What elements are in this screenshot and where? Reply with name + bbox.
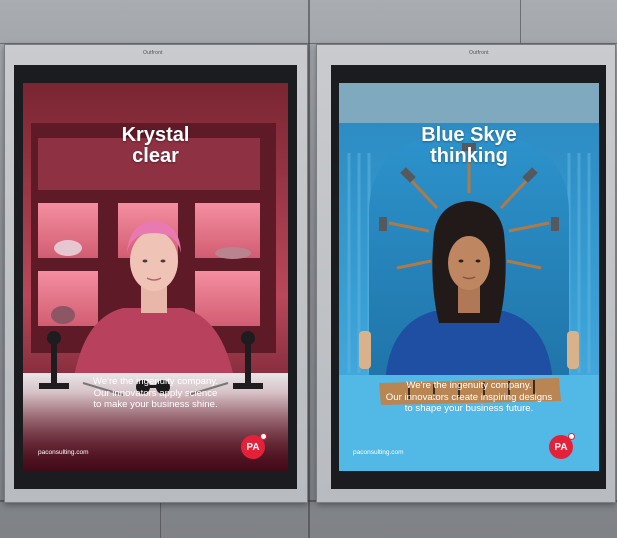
left-pa-logo-dot (260, 433, 267, 440)
left-body-copy: We're the ingenuity company. Our innovat… (23, 376, 288, 411)
left-body-line-2: Our innovators apply science (93, 387, 218, 399)
left-poster: Krystal clear We're the ingenuity compan… (23, 83, 288, 471)
left-poster-case: Outfront Krystal clear We're the ingenui… (4, 44, 308, 503)
right-body-line-1: We're the ingenuity company. (406, 380, 532, 391)
left-headline: Krystal clear (23, 125, 288, 167)
right-poster: Blue Skye thinking We're the ingenuity c… (339, 83, 599, 471)
left-body-line-1: We're the ingenuity company. (92, 376, 219, 387)
left-headline-line-2: clear (132, 145, 179, 167)
left-url: paconsulting.com (38, 449, 89, 456)
right-poster-case: Outfront Blue Skye thinking We're the in… (316, 44, 616, 503)
right-headline-line-1: Blue Skye (421, 124, 517, 146)
right-headline: Blue Skye thinking (339, 125, 599, 167)
left-brand-tag: Outfront (143, 50, 163, 56)
right-body-line-3: to shape your business future. (404, 403, 534, 414)
right-url: paconsulting.com (353, 449, 404, 456)
left-body-line-3: to make your business shine. (93, 399, 218, 410)
right-brand-tag: Outfront (469, 50, 489, 56)
right-body-line-2: Our innovators create inspiring designs (385, 391, 553, 403)
right-pa-logo-dot (568, 433, 575, 440)
left-headline-line-1: Krystal (121, 124, 190, 146)
right-body-copy: We're the ingenuity company. Our innovat… (339, 380, 599, 415)
right-headline-line-2: thinking (430, 145, 508, 167)
